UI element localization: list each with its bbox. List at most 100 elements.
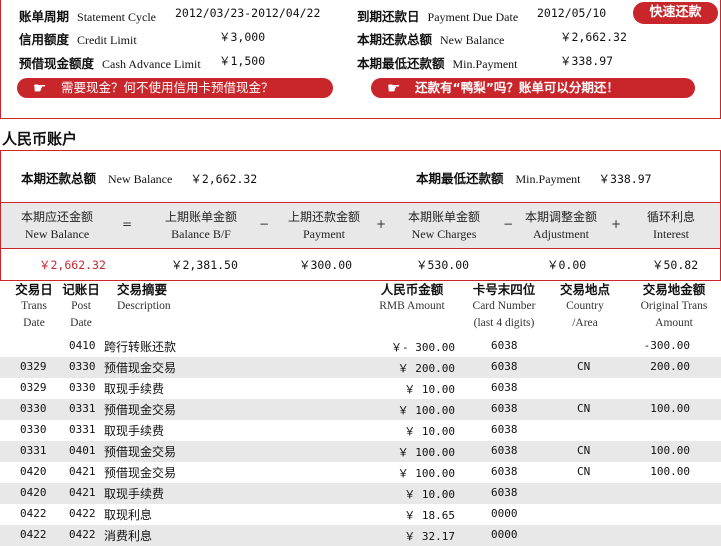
cell-trans-date: 0329: [20, 381, 47, 394]
cell-card-number: 0000: [491, 528, 518, 541]
equation-payment-value: ￥300.00: [299, 258, 353, 272]
header-description: 交易摘要 Description: [117, 281, 217, 315]
header-card-number: 卡号末四位 Card Number (last 4 digits): [464, 281, 544, 332]
cell-description: 取现手续费: [104, 382, 165, 396]
credit-limit-value: ￥3,000: [219, 30, 266, 44]
equation-adjustment-header: 本期调整金额 Adjustment: [521, 209, 601, 243]
equation-new-charges-header: 本期账单金额 New Charges: [404, 209, 484, 243]
cell-country: CN: [577, 465, 591, 478]
cell-post-date: 0421: [69, 465, 96, 478]
cell-description: 预借现金交易: [104, 445, 177, 459]
transactions-list: 0410 跨行转账还款 ￥- 300.00 6038 -300.00 0329 0330 预借…: [0, 336, 721, 546]
cash-advance-limit-value: ￥1,500: [219, 54, 266, 68]
cell-post-date: 0331: [69, 423, 96, 436]
cash-advance-banner-text: 需要现金？何不使用信用卡预借现金？: [61, 80, 274, 95]
rmb-new-balance-value: ￥2,662.32: [190, 172, 258, 186]
rmb-min-payment-label-en: Min.Payment: [515, 172, 581, 186]
equation-operator: −: [503, 217, 514, 231]
header-en: Amount: [655, 317, 693, 329]
cell-post-date: 0401: [69, 444, 96, 457]
equation-operator: −: [259, 217, 270, 231]
equation-operator: =: [122, 217, 133, 231]
quick-pay-button[interactable]: 快速还款: [633, 2, 718, 24]
header-en: Card Number: [472, 300, 536, 312]
statement-cycle-value: 2012/03/23-2012/04/22: [175, 6, 321, 20]
cell-trans-date: 0330: [20, 402, 47, 415]
header-rmb-amount: 人民币金额 RMB Amount: [367, 281, 457, 315]
header-cn: 人民币金额: [380, 282, 444, 297]
header-post-date: 记账日 Post Date: [61, 281, 101, 332]
header-en: RMB Amount: [379, 300, 445, 312]
rmb-new-balance-label-cn: 本期还款总额: [21, 171, 97, 186]
statement-cycle-label-cn: 账单周期: [19, 9, 70, 24]
cell-post-date: 0422: [69, 507, 96, 520]
header-trans-date: 交易日 Trans Date: [14, 281, 54, 332]
cell-card-number: 6038: [491, 360, 518, 373]
rmb-min-payment: 本期最低还款额 Min.Payment ￥338.97: [416, 168, 652, 187]
transactions-header: 交易日 Trans Date 记账日 Post Date 交易摘要 Descri…: [0, 281, 721, 336]
cell-rmb-amount: ￥ 32.17: [404, 530, 455, 543]
cell-trans-date: 0422: [20, 528, 47, 541]
cell-trans-date: 0331: [20, 444, 47, 457]
rmb-balance-bar: 本期还款总额 New Balance ￥2,662.32 本期最低还款额 Min…: [1, 151, 720, 203]
rmb-min-payment-label-cn: 本期最低还款额: [416, 171, 504, 186]
cell-country: CN: [577, 444, 591, 457]
cell-rmb-amount: ￥ 200.00: [397, 362, 455, 375]
equation-term-cn: 循环利息: [646, 210, 695, 224]
equation-adjustment-value: ￥0.00: [547, 258, 587, 272]
equation-balance-bf-header: 上期账单金额 Balance B/F: [161, 209, 241, 243]
cell-rmb-amount: ￥ 10.00: [404, 425, 455, 438]
cell-card-number: 6038: [491, 381, 518, 394]
equation-term-cn: 本期应还金额: [20, 210, 93, 224]
cell-trans-date: 0420: [20, 486, 47, 499]
cell-rmb-amount: ￥ 100.00: [397, 467, 455, 480]
header-cn: 交易地金额: [642, 282, 706, 297]
equation-term-en: New Balance: [24, 227, 90, 241]
header-en: (last 4 digits): [473, 317, 535, 329]
cell-description: 取现利息: [104, 508, 153, 522]
rmb-min-payment-value: ￥338.97: [598, 172, 652, 186]
header-cn: 交易日: [15, 282, 53, 297]
cell-country: CN: [577, 360, 591, 373]
equation-operator: +: [376, 217, 387, 231]
table-row: 0420 0421 预借现金交易 ￥ 100.00 6038 CN 100.00: [0, 462, 721, 483]
equation-term-en: Payment: [303, 227, 345, 241]
due-date-label-cn: 到期还款日: [357, 9, 420, 24]
cash-advance-banner[interactable]: ☛ 需要现金？何不使用信用卡预借现金？: [17, 78, 333, 98]
cell-rmb-amount: ￥ 100.00: [397, 404, 455, 417]
installment-banner[interactable]: ☛ 还款有“鸭梨”吗？账单可以分期还！: [371, 78, 695, 98]
equation-interest-value: ￥50.82: [652, 258, 699, 272]
table-row: 0329 0330 预借现金交易 ￥ 200.00 6038 CN 200.00: [0, 357, 721, 378]
cell-original-amount: 200.00: [650, 360, 690, 373]
new-balance-label-en: New Balance: [440, 33, 505, 47]
header-en: /Area: [572, 317, 598, 329]
equation-term-en: Adjustment: [533, 227, 589, 241]
cash-advance-limit-label-en: Cash Advance Limit: [102, 57, 201, 71]
equation-term-cn: 上期账单金额: [164, 210, 237, 224]
header-en: Original Trans: [640, 300, 708, 312]
installment-banner-text: 还款有“鸭梨”吗？账单可以分期还！: [415, 80, 619, 95]
cell-trans-date: 0330: [20, 423, 47, 436]
min-payment-label-en: Min.Payment: [452, 57, 518, 71]
table-row: 0422 0422 取现利息 ￥ 18.65 0000: [0, 504, 721, 525]
cell-post-date: 0410: [69, 339, 96, 352]
equation-payment-header: 上期还款金额 Payment: [284, 209, 364, 243]
cell-card-number: 6038: [491, 465, 518, 478]
header-cn: 交易地点: [559, 282, 610, 297]
rmb-account-title: 人民币账户: [2, 130, 78, 148]
balance-equation-values: ￥2,662.32 ￥2,381.50 ￥300.00 ￥530.00 ￥0.0…: [1, 249, 720, 281]
cell-post-date: 0330: [69, 381, 96, 394]
cash-advance-limit-label-cn: 预借现金额度: [19, 56, 95, 71]
cell-description: 预借现金交易: [104, 466, 177, 480]
equation-interest-header: 循环利息 Interest: [637, 209, 705, 243]
rmb-new-balance: 本期还款总额 New Balance ￥2,662.32: [21, 168, 257, 187]
cell-country: CN: [577, 402, 591, 415]
table-row: 0329 0330 取现手续费 ￥ 10.00 6038: [0, 378, 721, 399]
statement-summary-panel: 账单周期 Statement Cycle 2012/03/23-2012/04/…: [0, 0, 721, 119]
header-cn: 交易摘要: [117, 282, 168, 297]
table-row: 0330 0331 预借现金交易 ￥ 100.00 6038 CN 100.00: [0, 399, 721, 420]
header-en: Post: [71, 300, 91, 312]
header-original-amount: 交易地金额 Original Trans Amount: [629, 281, 719, 332]
cell-trans-date: 0422: [20, 507, 47, 520]
equation-term-cn: 上期还款金额: [287, 210, 360, 224]
